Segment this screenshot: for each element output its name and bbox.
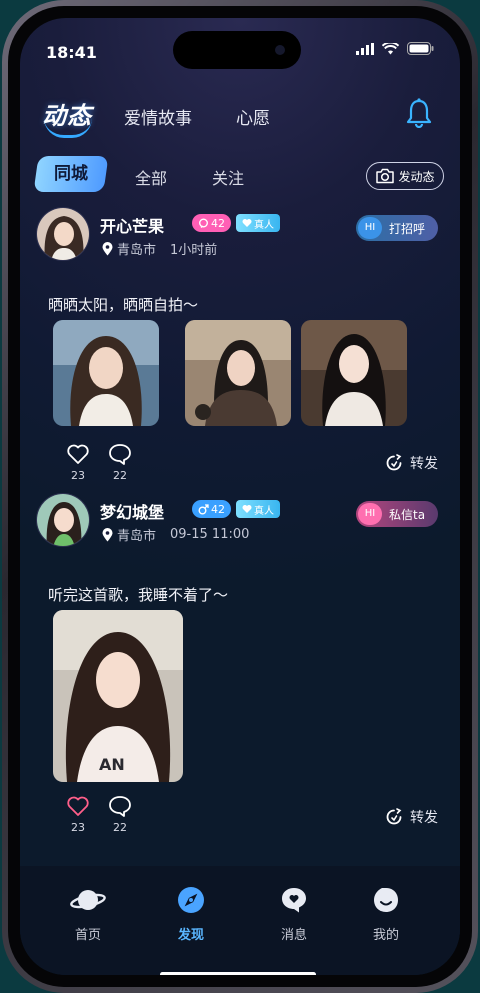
comment-button[interactable]: 22: [108, 443, 132, 482]
filter-bar: 同城 全部 关注 发动态: [20, 156, 460, 196]
tab-home[interactable]: 首页: [58, 886, 118, 943]
message-label: 私信ta: [389, 507, 426, 522]
avatar[interactable]: [36, 207, 90, 261]
app-screen: 18:41 动态 爱情故事 心愿 同城 全部 关注 发动态 开心芒果 42 真人…: [20, 18, 460, 975]
repost-icon: [386, 454, 402, 471]
bell-icon[interactable]: [406, 98, 432, 128]
post-text: 听完这首歌，我睡不着了～: [48, 586, 229, 604]
tab-profile-label: 我的: [372, 928, 399, 943]
verified-badge: 真人: [236, 214, 280, 232]
location-pin-icon: [102, 241, 113, 255]
post-time: 09-15 11:00: [170, 527, 250, 542]
tab-moments-logo[interactable]: 动态: [42, 96, 92, 138]
like-count: 23: [71, 821, 85, 834]
verified-heart-icon: [242, 505, 252, 513]
status-time: 18:41: [46, 43, 97, 62]
message-button[interactable]: HI 私信ta: [356, 501, 438, 527]
signal-icon: [356, 42, 374, 55]
location: 青岛市: [117, 243, 157, 258]
repost-label: 转发: [410, 810, 438, 826]
filter-all[interactable]: 全部: [135, 165, 167, 189]
greet-label: 打招呼: [389, 221, 426, 236]
feed-post: 开心芒果 42 真人 青岛市 1小时前 HI 打招呼 晒晒太阳，晒晒自拍～ 23…: [36, 207, 438, 482]
avatar[interactable]: [36, 493, 90, 547]
like-button[interactable]: 23: [66, 795, 90, 834]
hi-icon: HI: [358, 503, 382, 525]
comment-icon: [109, 796, 131, 817]
age-value: 42: [211, 502, 225, 516]
feed-post: 梦幻城堡 42 真人 青岛市 09-15 11:00 HI 私信ta 听完这首歌…: [36, 493, 438, 834]
username[interactable]: 梦幻城堡: [100, 499, 164, 523]
home-indicator[interactable]: [160, 972, 316, 975]
like-count: 23: [71, 469, 85, 482]
post-text: 晒晒太阳，晒晒自拍～: [48, 296, 199, 314]
bottom-tab-bar: 首页 发现 消息 我的: [20, 866, 460, 975]
post-photo[interactable]: AN: [53, 610, 183, 782]
logo-arc: [44, 118, 92, 138]
profile-icon: [374, 888, 398, 912]
wifi-icon: [382, 42, 399, 54]
heart-icon: [67, 444, 89, 464]
gender-age-badge: 42: [192, 214, 231, 232]
filter-same-city[interactable]: 同城: [33, 156, 109, 192]
tab-messages[interactable]: 消息: [264, 886, 324, 943]
post-moment-label: 发动态: [398, 169, 435, 184]
tab-wish[interactable]: 心愿: [236, 104, 270, 129]
username[interactable]: 开心芒果: [100, 213, 164, 237]
repost-button[interactable]: 转发: [384, 453, 438, 473]
phone-frame: 18:41 动态 爱情故事 心愿 同城 全部 关注 发动态 开心芒果 42 真人…: [2, 0, 478, 993]
message-heart-icon: [282, 888, 306, 913]
comment-count: 22: [113, 821, 127, 834]
tab-discover-label: 发现: [177, 928, 204, 943]
tab-profile[interactable]: 我的: [356, 886, 416, 943]
post-moment-button[interactable]: 发动态: [366, 162, 444, 190]
comment-icon: [109, 444, 131, 465]
post-time: 1小时前: [170, 243, 218, 258]
verified-badge: 真人: [236, 500, 280, 518]
camera-dot: [275, 45, 285, 55]
heart-icon: [67, 796, 89, 816]
phone-bezel: 18:41 动态 爱情故事 心愿 同城 全部 关注 发动态 开心芒果 42 真人…: [8, 6, 472, 987]
post-meta: 青岛市 1小时前: [102, 239, 217, 258]
post-photo[interactable]: [301, 320, 407, 426]
planet-icon: [70, 890, 106, 910]
compass-icon: [178, 887, 204, 913]
post-meta: 青岛市 09-15 11:00: [102, 525, 249, 544]
battery-icon: [407, 42, 434, 55]
dynamic-island: [173, 31, 301, 69]
svg-text:AN: AN: [99, 755, 125, 774]
camera-icon: [376, 168, 395, 184]
post-photo[interactable]: [53, 320, 159, 426]
post-photo[interactable]: [185, 320, 291, 426]
repost-button[interactable]: 转发: [384, 807, 438, 827]
age-value: 42: [211, 216, 225, 230]
tab-discover[interactable]: 发现: [161, 886, 221, 943]
male-icon: [198, 503, 209, 514]
status-bar: 18:41: [20, 18, 460, 74]
filter-same-city-label: 同城: [54, 164, 88, 184]
repost-label: 转发: [410, 456, 438, 472]
verified-heart-icon: [242, 219, 252, 227]
comment-count: 22: [113, 469, 127, 482]
filter-following[interactable]: 关注: [212, 165, 244, 189]
verified-label: 真人: [254, 505, 274, 517]
tab-messages-label: 消息: [280, 928, 307, 943]
tab-home-label: 首页: [74, 928, 101, 943]
tab-love-story[interactable]: 爱情故事: [124, 104, 192, 129]
location-pin-icon: [102, 527, 113, 541]
gender-age-badge: 42: [192, 500, 231, 518]
repost-icon: [386, 808, 402, 825]
comment-button[interactable]: 22: [108, 795, 132, 834]
like-button[interactable]: 23: [66, 443, 90, 482]
female-icon: [199, 218, 208, 228]
greet-button[interactable]: HI 打招呼: [356, 215, 438, 241]
status-icons: [356, 42, 434, 55]
verified-label: 真人: [254, 219, 274, 231]
location: 青岛市: [117, 529, 157, 544]
top-nav: 动态 爱情故事 心愿: [20, 94, 460, 138]
hi-icon: HI: [358, 217, 382, 239]
